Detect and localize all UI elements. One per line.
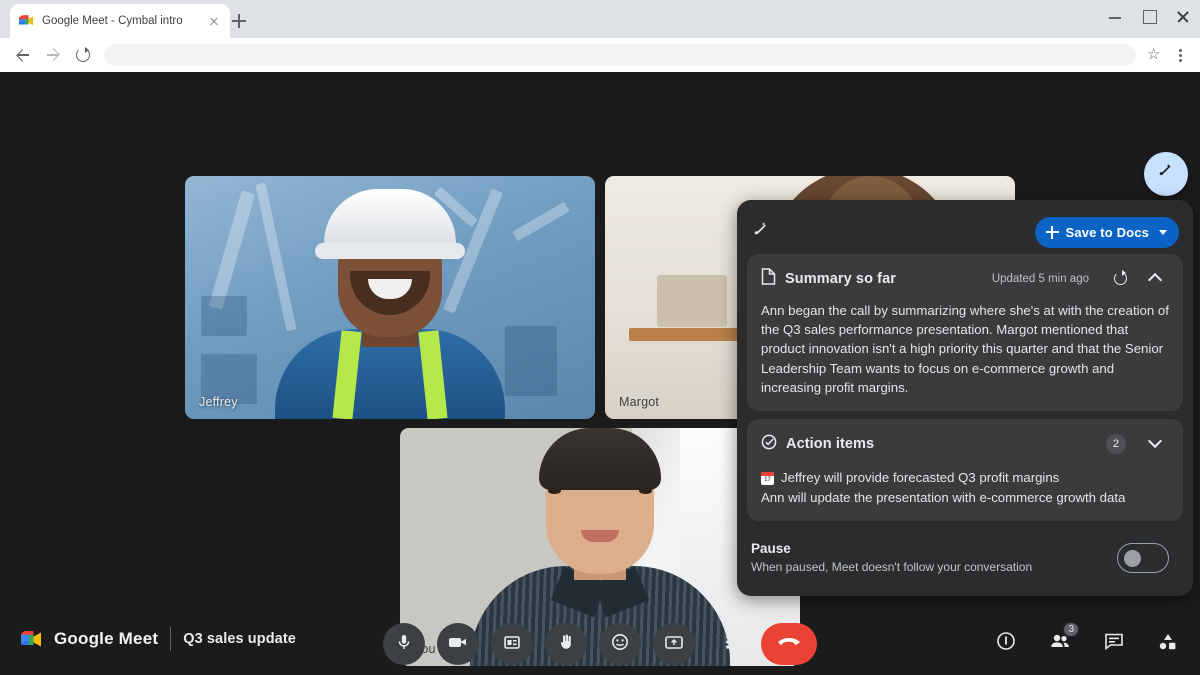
summary-card-header: Summary so far Updated 5 min ago [761,266,1169,292]
refresh-icon[interactable] [1108,266,1134,292]
captions-button[interactable] [491,623,533,665]
browser-chrome: Google Meet - Cymbal intro ☆ [0,0,1200,72]
pause-toggle[interactable] [1117,543,1169,573]
captions-icon [502,632,522,657]
phone-hangup-icon [776,635,802,654]
close-icon[interactable] [206,13,222,29]
gemini-assist-button[interactable] [1144,152,1188,196]
calendar-day: 17 [761,476,774,485]
document-icon [761,268,776,290]
ai-panel-header: Save to Docs [747,210,1183,254]
emoji-icon [610,632,630,657]
summary-body: Ann began the call by summarizing where … [761,301,1169,397]
forward-arrow-icon[interactable] [38,40,68,70]
tile-name-label: Jeffrey [199,395,238,409]
activities-button[interactable] [1150,625,1186,661]
action-items-list: 17 Jeffrey will provide forecasted Q3 pr… [761,466,1169,507]
meet-branding: Google Meet Q3 sales update [20,627,296,651]
action-item-row: Ann will update the presentation with e-… [761,488,1169,508]
three-dots-icon [725,632,731,657]
summary-title: Summary so far [785,271,896,287]
brand-divider [170,627,171,651]
action-items-count: 2 [1106,434,1126,454]
save-to-docs-label: Save to Docs [1066,225,1149,240]
plus-icon [1046,226,1059,239]
address-bar[interactable] [104,44,1136,66]
participants-badge: 3 [1062,621,1080,638]
window-controls [1098,0,1200,38]
pause-title: Pause [751,541,1117,556]
video-tile-jeffrey[interactable]: Jeffrey [185,176,595,419]
new-tab-button[interactable] [228,10,250,32]
tab-strip: Google Meet - Cymbal intro [0,0,1200,38]
present-icon [663,632,685,657]
toggle-knob [1124,550,1141,567]
action-items-header: Action items 2 [761,431,1169,457]
pause-setting-row: Pause When paused, Meet doesn't follow y… [747,529,1183,574]
action-items-title: Action items [786,436,874,452]
meet-stage: Jeffrey Margot [0,72,1200,675]
action-items-card: Action items 2 17 Jeffrey will provide f… [747,419,1183,521]
browser-toolbar: ☆ [0,38,1200,72]
chat-icon [1103,631,1125,656]
emoji-reactions-button[interactable] [599,623,641,665]
reload-icon[interactable] [68,40,98,70]
action-item-row: 17 Jeffrey will provide forecasted Q3 pr… [761,468,1169,488]
chat-button[interactable] [1096,625,1132,661]
info-icon [995,630,1017,657]
maximize-icon[interactable] [1132,0,1166,32]
meet-bottom-bar: Google Meet Q3 sales update [0,613,1200,675]
meet-controls [383,623,817,665]
present-screen-button[interactable] [653,623,695,665]
tile-name-label: Margot [619,395,659,409]
meeting-details-button[interactable] [988,625,1024,661]
back-arrow-icon[interactable] [8,40,38,70]
browser-menu-icon[interactable] [1168,42,1192,68]
save-to-docs-button[interactable]: Save to Docs [1035,217,1179,248]
meet-product-name: Google Meet [54,629,158,649]
meeting-title: Q3 sales update [183,631,296,647]
hand-icon [556,632,576,657]
screenshot-root: Google Meet - Cymbal intro ☆ [0,0,1200,675]
minimize-icon[interactable] [1098,0,1132,32]
meet-right-controls: 3 [988,625,1186,661]
chevron-down-icon[interactable] [1159,230,1167,235]
window-close-icon[interactable] [1166,0,1200,32]
tab-title: Google Meet - Cymbal intro [42,15,198,27]
pause-texts: Pause When paused, Meet doesn't follow y… [751,541,1117,574]
summary-updated-label: Updated 5 min ago [992,273,1089,285]
participants-button[interactable]: 3 [1042,625,1078,661]
camera-icon [447,632,469,657]
activities-icon [1157,631,1179,656]
calendar-icon: 17 [761,472,774,485]
microphone-button[interactable] [383,623,425,665]
action-item-text: Jeffrey will provide forecasted Q3 profi… [781,468,1059,488]
participant-video-jeffrey [265,214,515,419]
pause-subtitle: When paused, Meet doesn't follow your co… [751,560,1117,574]
ai-notes-panel: Save to Docs Summary so far Updated 5 mi [737,200,1193,596]
camera-button[interactable] [437,623,479,665]
browser-tab[interactable]: Google Meet - Cymbal intro [10,4,230,38]
magic-wand-icon [751,220,771,245]
more-options-button[interactable] [707,623,749,665]
end-call-button[interactable] [761,623,817,665]
action-item-text: Ann will update the presentation with e-… [761,488,1125,508]
raise-hand-button[interactable] [545,623,587,665]
summary-card: Summary so far Updated 5 min ago Ann beg… [747,254,1183,411]
google-meet-favicon [18,13,34,29]
chevron-down-icon[interactable] [1143,431,1169,457]
bookmark-star-icon[interactable]: ☆ [1142,42,1168,68]
check-circle-icon [761,434,777,455]
magic-wand-icon [1156,162,1176,187]
google-meet-logo-icon [20,630,42,649]
chevron-up-icon[interactable] [1143,266,1169,292]
mic-icon [394,632,414,657]
